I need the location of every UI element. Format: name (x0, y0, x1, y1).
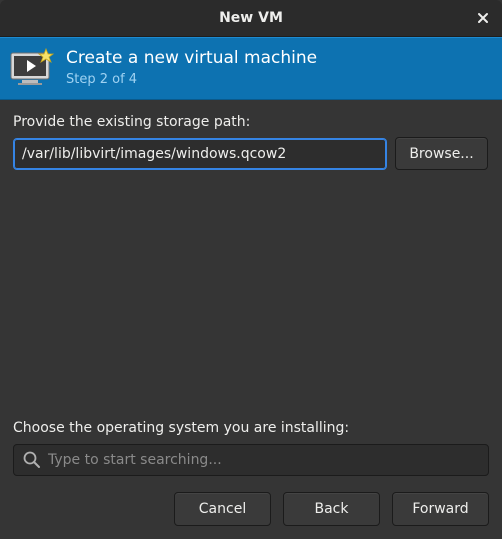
back-button[interactable]: Back (283, 492, 380, 526)
wizard-heading: Create a new virtual machine (66, 48, 318, 68)
new-vm-dialog: New VM Create a new virtual machine Step… (0, 0, 502, 539)
virtual-machine-icon (10, 47, 56, 87)
os-search-placeholder: Type to start searching... (48, 452, 222, 468)
storage-path-input[interactable]: /var/lib/libvirt/images/windows.qcow2 (13, 138, 387, 170)
search-icon (22, 450, 42, 470)
titlebar: New VM (0, 0, 502, 37)
os-search-input[interactable]: Type to start searching... (13, 444, 489, 476)
cancel-button[interactable]: Cancel (174, 492, 271, 526)
storage-path-label: Provide the existing storage path: (13, 114, 251, 130)
wizard-step-indicator: Step 2 of 4 (66, 72, 138, 87)
forward-button[interactable]: Forward (392, 492, 489, 526)
window-title: New VM (219, 10, 283, 26)
browse-button[interactable]: Browse... (395, 137, 488, 170)
wizard-header-banner: Create a new virtual machine Step 2 of 4 (0, 37, 502, 100)
os-label: Choose the operating system you are inst… (13, 420, 350, 436)
close-icon[interactable] (474, 9, 492, 27)
